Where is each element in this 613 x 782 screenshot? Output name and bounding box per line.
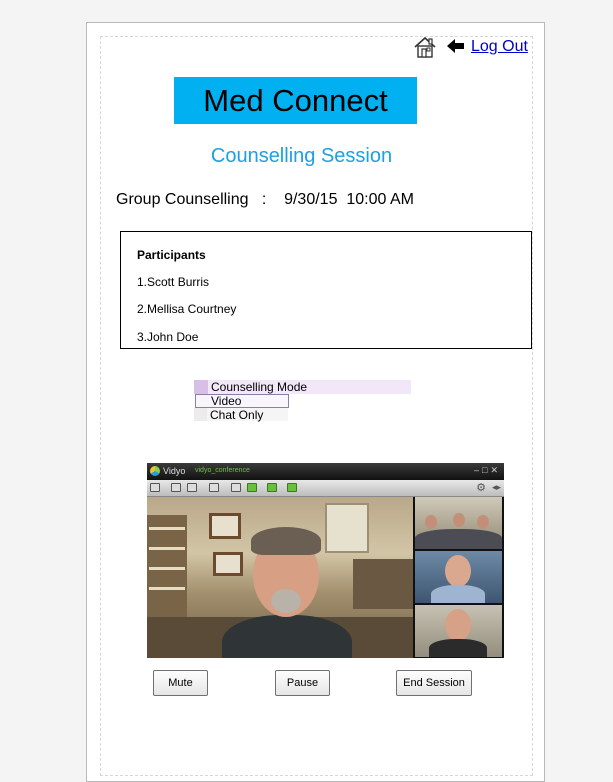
session-info: Group Counselling : 9/30/15 10:00 AM bbox=[116, 191, 414, 208]
mode-option-video[interactable]: Video bbox=[195, 394, 289, 408]
vidyo-logo-icon bbox=[150, 466, 160, 476]
video-status: vidyo_conference bbox=[195, 467, 250, 474]
mute-button[interactable]: Mute bbox=[153, 670, 208, 696]
app-title: Med Connect bbox=[174, 77, 417, 124]
speaker-icon[interactable] bbox=[247, 483, 257, 492]
participant-item: 3.John Doe bbox=[137, 330, 199, 344]
participant-thumbnails bbox=[413, 497, 504, 658]
toolbar-share-icon[interactable] bbox=[209, 483, 219, 492]
counselling-mode-header: Counselling Mode bbox=[194, 380, 411, 394]
microphone-icon[interactable] bbox=[267, 483, 277, 492]
video-app-name: Vidyo bbox=[163, 466, 186, 476]
mode-option-chat-only[interactable]: Chat Only bbox=[194, 408, 288, 422]
pause-button[interactable]: Pause bbox=[275, 670, 330, 696]
participant-item: 2.Mellisa Courtney bbox=[137, 302, 237, 316]
page-subtitle: Counselling Session bbox=[210, 145, 393, 167]
home-icon[interactable] bbox=[413, 36, 437, 58]
participant-item: 1.Scott Burris bbox=[137, 275, 210, 289]
toolbar-camera-icon[interactable] bbox=[231, 483, 241, 492]
toolbar-screen-icon[interactable] bbox=[187, 483, 197, 492]
main-video-feed bbox=[147, 497, 413, 658]
toolbar-layout-icon[interactable] bbox=[171, 483, 181, 492]
logout-link[interactable]: Log Out bbox=[471, 38, 528, 56]
window-controls-icon[interactable]: –□✕ bbox=[474, 465, 501, 476]
camera-icon[interactable] bbox=[287, 483, 297, 492]
participants-panel: Participants 1.Scott Burris 2.Mellisa Co… bbox=[120, 231, 532, 349]
video-conference-window[interactable]: Vidyo vidyo_conference –□✕ ⚙ ◂▸ bbox=[147, 463, 504, 658]
gear-icon[interactable]: ⚙ bbox=[476, 481, 486, 494]
toolbar-window-icon[interactable] bbox=[150, 483, 160, 492]
participants-heading: Participants bbox=[137, 248, 206, 262]
video-toolbar: ⚙ ◂▸ bbox=[147, 480, 504, 497]
video-titlebar: Vidyo vidyo_conference –□✕ bbox=[147, 463, 504, 480]
thumbnail-feed[interactable] bbox=[415, 605, 502, 657]
end-session-button[interactable]: End Session bbox=[396, 670, 472, 696]
back-arrow-icon[interactable] bbox=[446, 38, 466, 54]
chevron-right-icon[interactable]: ◂▸ bbox=[492, 482, 501, 493]
thumbnail-feed[interactable] bbox=[415, 497, 502, 549]
thumbnail-feed[interactable] bbox=[415, 551, 502, 603]
